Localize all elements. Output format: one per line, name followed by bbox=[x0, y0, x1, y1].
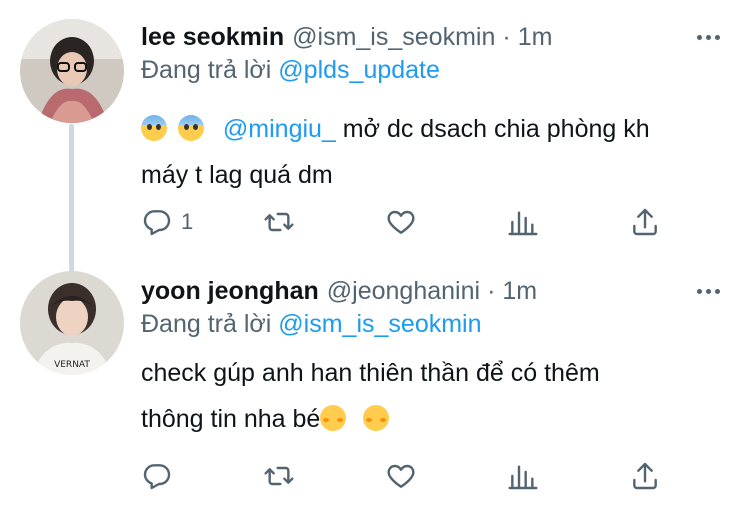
action-bar: 1 bbox=[141, 202, 671, 242]
smiling-face-emoji bbox=[320, 405, 347, 431]
replying-to-label: Đang trả lời bbox=[141, 56, 272, 84]
reply-icon bbox=[143, 464, 171, 490]
avatar[interactable] bbox=[20, 19, 124, 123]
like-button[interactable] bbox=[385, 456, 417, 496]
fearful-face-emoji bbox=[177, 115, 204, 141]
tweet-header: yoon jeonghan @jeonghanini · 1m bbox=[141, 273, 730, 309]
like-button[interactable] bbox=[385, 202, 417, 242]
separator-dot: · bbox=[487, 276, 496, 305]
timestamp[interactable]: 1m bbox=[518, 23, 553, 52]
reply-button[interactable] bbox=[141, 456, 181, 496]
retweet-button[interactable] bbox=[263, 456, 295, 496]
reply-button[interactable]: 1 bbox=[141, 202, 193, 242]
retweet-icon bbox=[264, 212, 294, 232]
replying-to: Đang trả lời @plds_update bbox=[141, 56, 440, 90]
timestamp[interactable]: 1m bbox=[502, 277, 537, 306]
replying-to: Đang trả lời @ism_is_seokmin bbox=[141, 310, 482, 344]
smiling-face-emoji bbox=[363, 405, 390, 431]
share-button[interactable] bbox=[629, 456, 661, 496]
tweet-text: check gúp anh han thiên thần để có thêm … bbox=[141, 350, 730, 442]
body-line-2: máy t lag quá dm bbox=[141, 161, 333, 189]
fearful-face-emoji bbox=[141, 115, 167, 141]
body-mention[interactable]: @mingiu_ bbox=[223, 115, 336, 143]
body-line-2: thông tin nha bé bbox=[141, 405, 321, 433]
reply-count: 1 bbox=[181, 209, 194, 234]
retweet-icon bbox=[264, 466, 294, 486]
like-icon bbox=[387, 210, 415, 234]
tweet-item[interactable]: VERNAT yoon jeonghan @jeonghanini · 1m Đ… bbox=[0, 260, 750, 510]
svg-text:VERNAT: VERNAT bbox=[54, 360, 90, 370]
tweet-text: @mingiu_ mở dc dsach chia phòng kh máy t… bbox=[141, 106, 730, 198]
avatar-image: VERNAT bbox=[20, 271, 124, 375]
analytics-icon bbox=[508, 211, 538, 236]
separator-dot: · bbox=[502, 22, 511, 51]
share-icon bbox=[633, 208, 657, 236]
body-line-1: check gúp anh han thiên thần để có thêm bbox=[141, 359, 600, 387]
share-button[interactable] bbox=[629, 202, 661, 242]
replying-to-mention[interactable]: @plds_update bbox=[278, 56, 440, 84]
more-icon[interactable] bbox=[694, 279, 722, 303]
replying-to-label: Đang trả lời bbox=[141, 310, 272, 338]
avatar[interactable]: VERNAT bbox=[20, 271, 124, 375]
thread-line bbox=[69, 124, 74, 272]
analytics-icon bbox=[508, 465, 538, 490]
display-name[interactable]: lee seokmin bbox=[141, 23, 284, 52]
reply-icon bbox=[143, 210, 171, 236]
user-handle[interactable]: @ism_is_seokmin bbox=[292, 23, 495, 52]
more-icon[interactable] bbox=[694, 25, 722, 49]
user-handle[interactable]: @jeonghanini bbox=[327, 277, 480, 306]
display-name[interactable]: yoon jeonghan bbox=[141, 277, 319, 306]
analytics-button[interactable] bbox=[507, 456, 539, 496]
share-icon bbox=[633, 462, 657, 490]
retweet-button[interactable] bbox=[263, 202, 295, 242]
tweet-item[interactable]: lee seokmin @ism_is_seokmin · 1m Đang tr… bbox=[0, 0, 750, 272]
tweet-header: lee seokmin @ism_is_seokmin · 1m bbox=[141, 19, 730, 55]
analytics-button[interactable] bbox=[507, 202, 539, 242]
body-line-1: mở dc dsach chia phòng kh bbox=[342, 115, 650, 143]
action-bar bbox=[141, 456, 671, 496]
avatar-image bbox=[20, 19, 124, 123]
replying-to-mention[interactable]: @ism_is_seokmin bbox=[278, 310, 481, 338]
like-icon bbox=[387, 464, 415, 488]
